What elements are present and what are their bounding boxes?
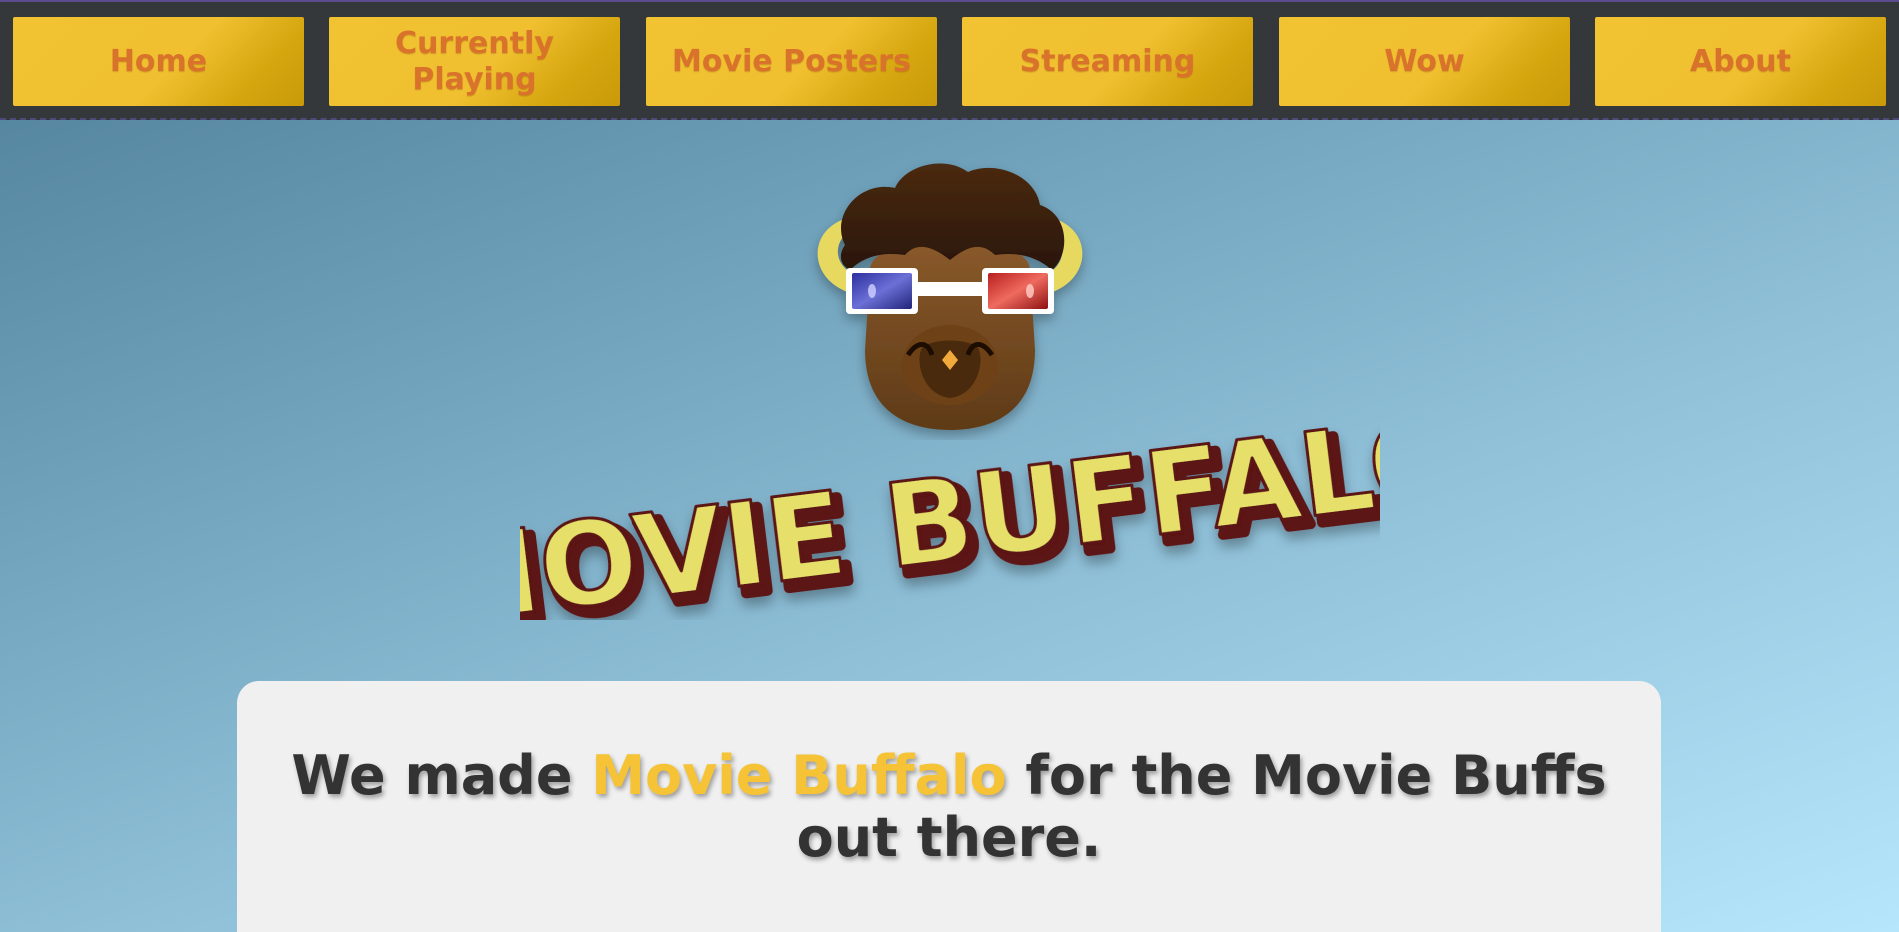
nav-currently-playing-button[interactable]: Currently Playing bbox=[329, 17, 620, 106]
nav-about-button[interactable]: About bbox=[1595, 17, 1886, 106]
buffalo-with-3d-glasses-icon bbox=[817, 163, 1083, 430]
nav-streaming-button[interactable]: Streaming bbox=[962, 17, 1253, 106]
tagline-card: We made Movie Buffalo for the Movie Buff… bbox=[237, 681, 1661, 932]
top-navbar: Home Currently Playing Movie Posters Str… bbox=[0, 0, 1899, 120]
nav-wow-button[interactable]: Wow bbox=[1279, 17, 1570, 106]
nav-movie-posters-button[interactable]: Movie Posters bbox=[646, 17, 937, 106]
tagline-brand: Movie Buffalo bbox=[591, 744, 1007, 807]
tagline: We made Movie Buffalo for the Movie Buff… bbox=[237, 745, 1661, 869]
nav-home-button[interactable]: Home bbox=[13, 17, 304, 106]
tagline-prefix: We made bbox=[291, 744, 592, 807]
movie-buffalo-wordmark: MOVIE BUFFALO MOVIE BUFFALO bbox=[520, 420, 1380, 620]
buffalo-head bbox=[817, 163, 1083, 430]
